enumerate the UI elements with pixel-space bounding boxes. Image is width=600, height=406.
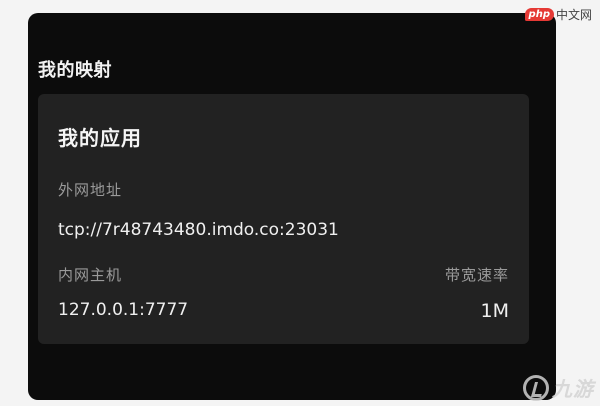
nine-you-logo-icon [523, 374, 549, 401]
internal-host-value: 127.0.0.1:7777 [58, 300, 189, 320]
panel-title: 我的映射 [38, 60, 112, 81]
app-mapping-card[interactable]: 我的应用 外网地址 tcp://7r48743480.imdo.co:23031… [38, 94, 529, 344]
external-address-value[interactable]: tcp://7r48743480.imdo.co:23031 [58, 220, 339, 240]
nine-you-watermark-text: 九游 [552, 377, 594, 401]
mapping-panel: 我的映射 我的应用 外网地址 tcp://7r48743480.imdo.co:… [28, 13, 556, 400]
bandwidth-value: 1M [480, 300, 509, 322]
php-watermark: php 中文网 [524, 6, 592, 23]
php-logo-icon: php [524, 8, 554, 21]
screenshot-stage: 我的映射 我的应用 外网地址 tcp://7r48743480.imdo.co:… [0, 0, 600, 406]
php-watermark-text: 中文网 [555, 8, 592, 22]
app-name: 我的应用 [58, 126, 142, 150]
internal-host-label: 内网主机 [58, 266, 123, 284]
external-address-label: 外网地址 [58, 181, 123, 199]
bandwidth-label: 带宽速率 [444, 266, 509, 284]
nine-you-watermark: 九游 [523, 373, 594, 402]
